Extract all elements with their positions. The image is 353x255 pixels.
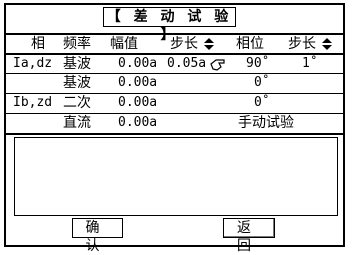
back-button[interactable]: 返 回 [223,218,275,254]
up-down-arrows-icon [204,38,215,50]
row3-freq: 二次 [63,95,91,111]
mode-label[interactable]: 手动试验 [238,114,294,132]
header-phase: 相 [31,36,45,52]
row1-freq: 基波 [63,56,91,72]
header-frequency: 频率 [63,36,91,52]
row-divider [6,93,343,94]
row2-amp[interactable]: 0.00a [118,74,157,92]
up-down-arrows-icon [322,38,333,50]
row4-freq: 直流 [63,115,91,131]
header-angle: 相位 [236,36,264,52]
row4-amp[interactable]: 0.00a [118,114,157,132]
header-amplitude: 幅值 [110,36,138,52]
header-step2-label: 步长 [288,36,316,52]
table-bottom-line [6,133,343,135]
row-divider [6,73,343,74]
hand-pointer-icon [210,59,225,71]
row1-angle-step[interactable]: 1˚ [302,55,318,73]
row2-freq: 基波 [63,75,91,91]
header-step-amplitude: 步长 [170,35,215,53]
header-step-angle: 步长 [288,35,333,53]
confirm-button[interactable]: 确 认 [72,218,123,254]
row3-phase: Ib,zd [13,95,53,110]
message-area [14,137,338,216]
row1-angle[interactable]: 90˚ [246,55,269,73]
row2-angle[interactable]: 0˚ [254,74,270,92]
row1-amp[interactable]: 0.00a [118,55,157,73]
row3-amp[interactable]: 0.00a [118,94,157,112]
dialog-title: 【 差 动 试 验 】 [103,7,236,43]
row1-phase: Ia,dz [13,56,53,71]
row3-angle[interactable]: 0˚ [254,94,270,112]
row1-step[interactable]: 0.05a [167,55,206,73]
header-step1-label: 步长 [170,36,198,52]
